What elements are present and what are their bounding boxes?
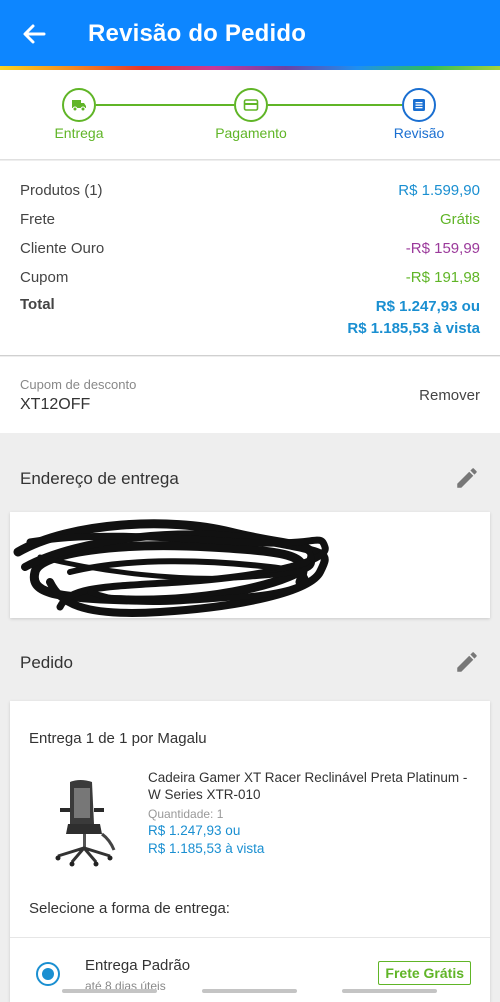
product-image-chair (55, 780, 116, 867)
address-card[interactable] (10, 512, 490, 618)
page-title: Revisão do Pedido (88, 20, 307, 47)
free-shipping-badge: Frete Grátis (378, 961, 471, 985)
step-connector (96, 104, 234, 106)
product-name[interactable]: Cadeira Gamer XT Racer Reclinável Preta … (148, 769, 478, 803)
order-summary: Produtos (1) R$ 1.599,90 Frete Grátis Cl… (0, 161, 500, 356)
product-price-installment: R$ 1.247,93 ou (148, 823, 241, 838)
app-bar: Revisão do Pedido (0, 0, 500, 66)
step-review[interactable] (402, 88, 436, 122)
shipping-option-name[interactable]: Entrega Padrão (85, 957, 190, 974)
step-label-payment: Pagamento (215, 125, 287, 141)
coupon-code: XT12OFF (20, 396, 91, 413)
club-label: Cliente Ouro (20, 240, 105, 257)
list-icon (413, 99, 425, 111)
summary-total-row: Total R$ 1.247,93 ou R$ 1.185,53 à vista (20, 296, 480, 346)
total-cash: R$ 1.185,53 à vista (347, 320, 480, 337)
back-arrow-icon[interactable] (18, 18, 50, 50)
coupon-discount-value: -R$ 191,98 (405, 269, 480, 286)
step-label-delivery: Entrega (54, 125, 104, 141)
shipping-method-label: Selecione a forma de entrega: (29, 900, 230, 917)
truck-icon (72, 100, 86, 112)
product-price-cash: R$ 1.185,53 à vista (148, 841, 265, 856)
redacted-scribble (13, 519, 329, 617)
delivery-header: Entrega 1 de 1 por Magalu (29, 730, 207, 747)
order-card: Entrega 1 de 1 por Magalu Cadeira Gamer … (10, 701, 490, 1002)
coupon-discount-label: Cupom (20, 269, 69, 286)
nav-hint (62, 989, 157, 993)
shipping-label: Frete (20, 211, 56, 228)
products-value: R$ 1.599,90 (398, 182, 480, 199)
total-values: R$ 1.247,93 ou R$ 1.185,53 à vista (347, 296, 480, 340)
step-label-review: Revisão (393, 125, 445, 141)
edit-address-pencil-icon[interactable] (454, 465, 480, 491)
step-delivery[interactable] (62, 88, 96, 122)
coupon-section: Cupom de desconto XT12OFF Remover (0, 357, 500, 433)
address-section-title: Endereço de entrega (20, 469, 179, 488)
order-section-title: Pedido (20, 653, 73, 672)
total-installment: R$ 1.247,93 ou (375, 298, 480, 315)
remove-coupon-button[interactable]: Remover (419, 387, 480, 404)
products-label: Produtos (1) (20, 182, 103, 199)
card-icon (243, 99, 259, 111)
club-discount-value: -R$ 159,99 (405, 240, 480, 257)
step-payment[interactable] (234, 88, 268, 122)
shipping-value: Grátis (439, 211, 480, 228)
divider (10, 937, 490, 938)
shipping-option-radio[interactable] (36, 962, 60, 986)
nav-hint (202, 989, 297, 993)
edit-order-pencil-icon[interactable] (454, 649, 480, 675)
coupon-label: Cupom de desconto (20, 377, 137, 392)
nav-hint (342, 989, 437, 993)
product-quantity: Quantidade: 1 (148, 807, 224, 821)
radio-selected-dot (42, 968, 54, 980)
step-connector (268, 104, 402, 106)
total-label: Total (20, 296, 55, 313)
checkout-stepper: Entrega Pagamento Revisão (0, 70, 500, 160)
